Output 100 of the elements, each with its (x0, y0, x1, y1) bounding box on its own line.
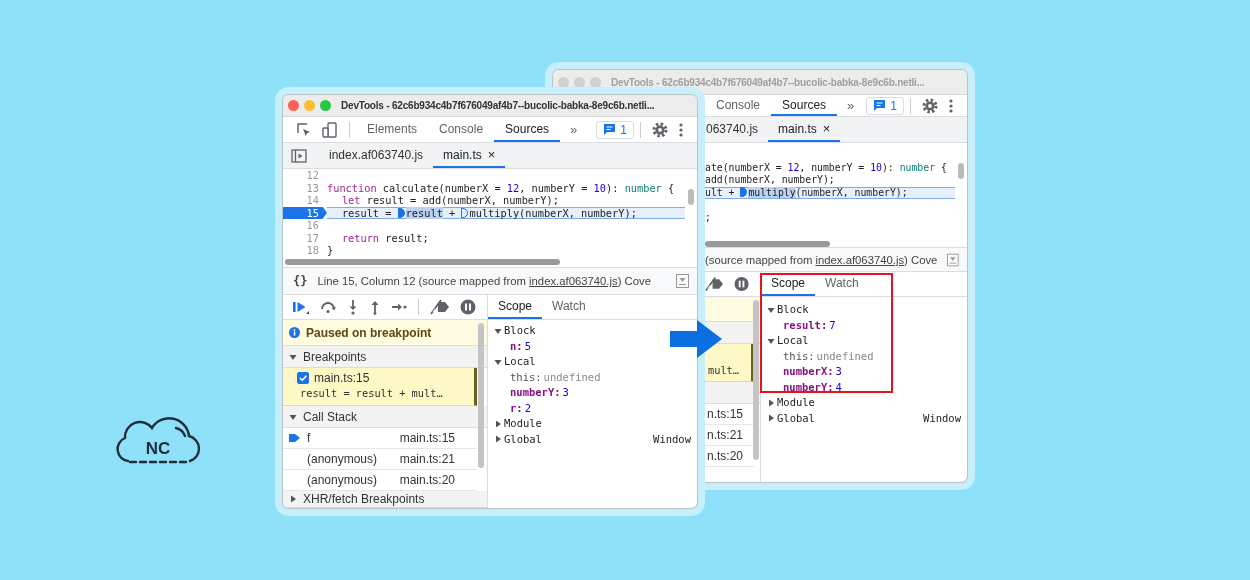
inspect-icon[interactable] (296, 121, 312, 138)
sidebar-toggle-icon[interactable] (291, 148, 307, 163)
variable-name: numberX: (783, 364, 834, 379)
more-tabs-button[interactable]: » (560, 122, 588, 137)
logo-text: NC (145, 439, 171, 458)
expand-triangle-icon[interactable] (494, 419, 502, 428)
slashed-tag-icon[interactable] (430, 299, 450, 315)
panel-tab[interactable]: Scope (488, 295, 543, 319)
settings-icon[interactable] (652, 121, 668, 138)
scope-name[interactable]: Local (504, 354, 536, 370)
scope-value: Window (923, 410, 961, 426)
scrollbar-thumb[interactable] (688, 189, 694, 205)
device-icon[interactable] (322, 121, 338, 138)
code-line: return result; (340, 231, 430, 244)
variable-name: this: (783, 348, 815, 364)
menu-icon[interactable] (678, 121, 684, 138)
panel-tab[interactable]: Console (705, 95, 772, 116)
info-icon (289, 327, 300, 338)
frame-location: main.ts:15 (399, 431, 455, 445)
expand-triangle-icon[interactable] (494, 326, 502, 335)
paused-message: Paused on breakpoint (306, 325, 432, 340)
curved-arrow-icon[interactable] (319, 300, 337, 314)
close-button[interactable] (288, 100, 299, 111)
breakpoint-marker-icon[interactable] (397, 207, 405, 218)
scrollbar-thumb[interactable] (478, 323, 484, 468)
scope-name[interactable]: Block (504, 323, 536, 339)
line-number: 15 (283, 206, 327, 219)
menu-icon[interactable] (948, 97, 954, 114)
pretty-print-button[interactable]: {} (293, 274, 308, 288)
breakpoint-item[interactable]: main.ts:15 result = result + mult… (283, 368, 477, 406)
scope-name[interactable]: Global (504, 431, 542, 447)
code-line: let result = add(numberX, numberY); (340, 194, 560, 207)
issues-button[interactable]: 1 (596, 120, 634, 139)
expand-triangle-icon[interactable] (494, 435, 502, 444)
source-link[interactable]: index.af063740.js (529, 275, 618, 287)
more-tabs-button[interactable]: » (837, 98, 865, 113)
breakpoint-marker-icon[interactable] (740, 186, 748, 197)
scope-name[interactable]: Module (504, 416, 542, 432)
play-icon[interactable] (292, 299, 309, 315)
scrollbar-thumb[interactable] (705, 241, 830, 247)
panel-tab[interactable]: Console (428, 117, 495, 142)
panel-tab[interactable]: Scope (761, 272, 816, 296)
dropdown-icon[interactable] (676, 274, 689, 288)
call-frame-row[interactable]: f main.ts:15 (283, 428, 477, 449)
code-line: ; (705, 211, 712, 224)
breakpoint-item[interactable]: mult… (705, 344, 754, 382)
frame-location: main.ts:20 (399, 473, 455, 487)
checkbox[interactable] (297, 372, 309, 384)
frame-location: n.ts:21 (707, 428, 744, 442)
file-tab[interactable]: 063740.js (706, 121, 759, 136)
code-line: function calculate(numberX = 12, numberY = 10): number { (327, 181, 676, 194)
cloud-icon (116, 417, 201, 464)
expand-triangle-icon[interactable] (289, 412, 297, 421)
slashed-tag-icon[interactable] (705, 276, 724, 292)
file-tab[interactable]: index.af063740.js (329, 147, 424, 162)
paused-banner (705, 297, 760, 322)
code-line: } (327, 244, 335, 257)
issues-button[interactable]: 1 (866, 96, 904, 115)
section-header[interactable]: XHR/fetch Breakpoints (283, 491, 487, 508)
file-tab[interactable]: main.ts (443, 147, 482, 162)
expand-triangle-icon[interactable] (289, 495, 297, 503)
frame-name: (anonymous) (306, 452, 379, 466)
expand-triangle-icon[interactable] (767, 336, 775, 345)
pause-icon[interactable] (733, 276, 749, 292)
panel-tab[interactable]: Elements (356, 117, 429, 142)
scrollbar-thumb[interactable] (285, 259, 560, 265)
file-tab[interactable]: main.ts (778, 121, 817, 136)
close-tab-button[interactable]: × (487, 147, 496, 162)
variable-name: this: (510, 369, 542, 385)
expand-triangle-icon[interactable] (289, 352, 297, 361)
scrollbar-thumb[interactable] (753, 300, 759, 460)
panel-tab[interactable]: Watch (815, 272, 869, 296)
up-arrow-icon[interactable] (369, 299, 381, 315)
section-header[interactable]: Call Stack (283, 406, 487, 428)
variable-value: undefined (543, 369, 601, 385)
expand-triangle-icon[interactable] (494, 357, 502, 366)
expand-triangle-icon[interactable] (767, 398, 775, 407)
scrollbar-thumb[interactable] (958, 163, 964, 179)
settings-icon[interactable] (922, 97, 938, 114)
section-header[interactable]: Breakpoints (283, 346, 487, 368)
expand-triangle-icon[interactable] (767, 414, 775, 423)
right-arrow-icon[interactable] (391, 301, 407, 313)
expand-triangle-icon[interactable] (767, 305, 775, 314)
pause-icon[interactable] (460, 299, 476, 315)
scope-name[interactable]: Local (777, 333, 809, 349)
line-number: 18 (305, 244, 320, 257)
variable-value: 3 (562, 385, 569, 400)
frame-name: f (306, 431, 312, 445)
line-number: 12 (305, 169, 320, 182)
panel-tab[interactable]: Watch (542, 295, 596, 319)
variable-value: 7 (829, 317, 836, 333)
close-tab-button[interactable]: × (822, 121, 831, 136)
scope-value: Window (653, 431, 691, 447)
status-text: (source mapped from index.af063740.js) Cove (705, 253, 938, 266)
scope-name[interactable]: Global (777, 410, 815, 426)
dropdown-icon[interactable] (947, 252, 959, 267)
variable-name: numberY: (783, 379, 834, 395)
scope-name[interactable]: Block (777, 302, 809, 318)
scope-name[interactable]: Module (777, 395, 815, 411)
call-frame-row[interactable]: (anonymous) main.ts:21 (283, 449, 477, 470)
